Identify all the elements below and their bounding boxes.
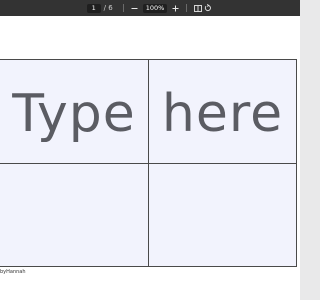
card-grid: Type here	[0, 59, 297, 267]
zoom-controls: 100%	[130, 3, 181, 13]
footer-credit: byHannah	[0, 269, 26, 275]
rotate-icon-glyph	[205, 4, 212, 12]
card-cell-2: here	[149, 60, 296, 163]
toolbar-divider	[122, 4, 124, 12]
page-navigation: 1 / 6	[86, 3, 117, 13]
grid-divider-horizontal	[0, 163, 296, 164]
minus-icon[interactable]	[130, 3, 140, 13]
toolbar-divider	[186, 4, 188, 12]
card-cell-4	[149, 164, 296, 266]
card-text-2: here	[161, 83, 284, 144]
card-cell-3	[0, 164, 148, 266]
rotate-icon[interactable]	[203, 3, 213, 13]
view-controls	[193, 3, 213, 13]
pdf-page: Type here byHannah	[0, 16, 300, 300]
plus-icon[interactable]	[170, 3, 180, 13]
page-number-input[interactable]: 1	[86, 3, 101, 13]
fit-page-icon[interactable]	[193, 3, 203, 13]
plus-icon-glyph	[172, 5, 179, 11]
card-cell-1: Type	[0, 60, 148, 163]
pdf-toolbar: 1 / 6 100%	[0, 0, 300, 16]
card-text-1: Type	[12, 83, 136, 144]
minus-icon-glyph	[131, 7, 138, 9]
zoom-level-input[interactable]: 100%	[142, 3, 168, 13]
page-count-label: / 6	[103, 4, 113, 12]
fit-page-icon-glyph	[194, 4, 203, 12]
